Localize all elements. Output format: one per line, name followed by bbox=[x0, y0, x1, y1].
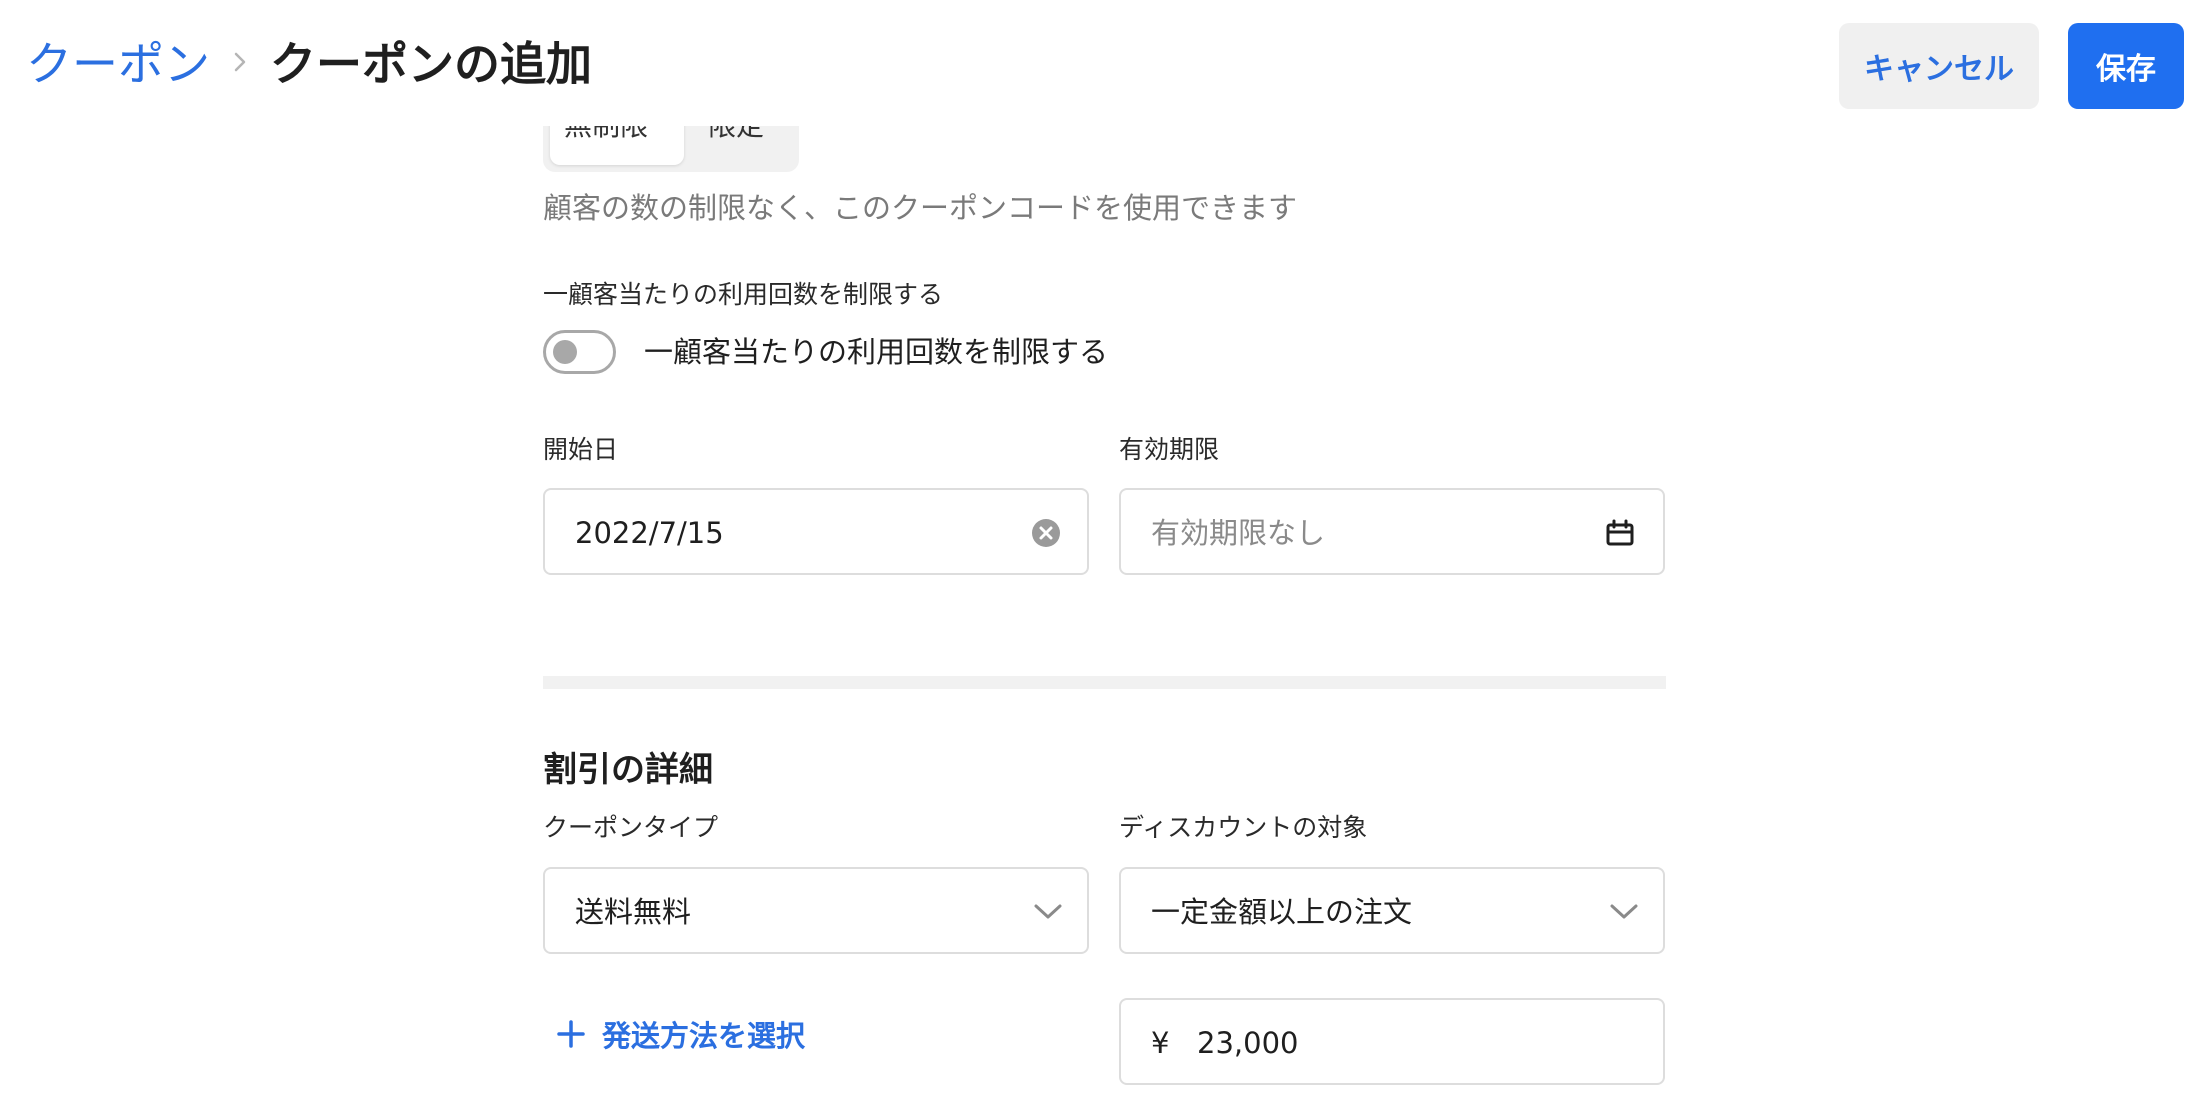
end-date-field[interactable]: 有効期限なし bbox=[1119, 488, 1665, 575]
per-customer-limit-label: 一顧客当たりの利用回数を制限する bbox=[543, 280, 944, 309]
page-title: クーポンの追加 bbox=[270, 37, 592, 91]
discount-target-label: ディスカウントの対象 bbox=[1119, 813, 1368, 842]
discount-target-value: 一定金額以上の注文 bbox=[1151, 895, 1413, 929]
select-shipping-method-link[interactable]: 発送方法を選択 bbox=[556, 1012, 805, 1056]
breadcrumb-coupons-link[interactable]: クーポン bbox=[26, 36, 210, 92]
currency-symbol: ¥ bbox=[1151, 1026, 1170, 1060]
start-date-field[interactable]: 2022/7/15 bbox=[543, 488, 1089, 575]
plus-icon bbox=[557, 1020, 585, 1048]
save-button[interactable]: 保存 bbox=[2068, 23, 2184, 109]
minimum-amount-field[interactable]: ¥ 23,000 bbox=[1119, 998, 1665, 1085]
end-date-placeholder: 有効期限なし bbox=[1151, 516, 1326, 550]
page-header: クーポン クーポンの追加 キャンセル 保存 bbox=[0, 0, 2206, 126]
per-customer-limit-toggle-label[interactable]: 一顧客当たりの利用回数を制限する bbox=[644, 332, 1108, 372]
cancel-button[interactable]: キャンセル bbox=[1839, 23, 2039, 109]
coupon-add-page: クーポン クーポンの追加 キャンセル 保存 無制限 限定 顧客の数の制限なく、こ… bbox=[0, 0, 2206, 1106]
end-date-label: 有効期限 bbox=[1119, 435, 1220, 464]
clear-circle-icon[interactable] bbox=[1031, 518, 1061, 548]
usage-helper-text: 顧客の数の制限なく、このクーポンコードを使用できます bbox=[543, 191, 1298, 225]
coupon-type-select[interactable]: 送料無料 bbox=[543, 867, 1089, 954]
coupon-type-label: クーポンタイプ bbox=[543, 813, 719, 842]
select-shipping-method-label: 発送方法を選択 bbox=[602, 1019, 806, 1053]
start-date-label: 開始日 bbox=[543, 435, 619, 464]
toggle-knob bbox=[553, 340, 577, 364]
per-customer-limit-toggle[interactable] bbox=[543, 330, 616, 374]
chevron-down-icon bbox=[1610, 904, 1638, 919]
calendar-icon[interactable] bbox=[1605, 518, 1635, 548]
chevron-right-icon bbox=[234, 52, 246, 72]
section-divider bbox=[543, 676, 1666, 689]
minimum-amount-value: 23,000 bbox=[1197, 1026, 1299, 1060]
coupon-type-value: 送料無料 bbox=[575, 895, 692, 929]
discount-section-title: 割引の詳細 bbox=[543, 750, 713, 790]
discount-target-select[interactable]: 一定金額以上の注文 bbox=[1119, 867, 1665, 954]
chevron-down-icon bbox=[1034, 904, 1062, 919]
start-date-value: 2022/7/15 bbox=[575, 516, 724, 550]
